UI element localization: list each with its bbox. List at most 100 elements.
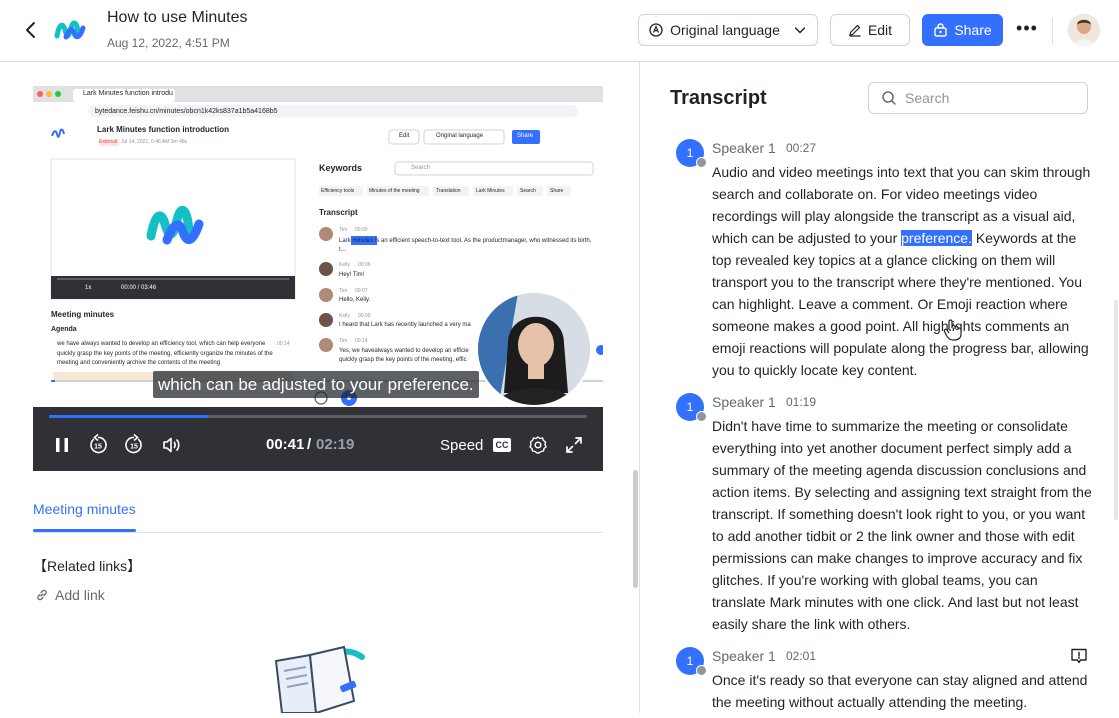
expand-icon [566, 437, 582, 453]
inner-entry-time: 00:06 [358, 262, 371, 268]
speaker-badge-icon [696, 411, 707, 422]
volume-icon [163, 437, 180, 453]
settings-button[interactable] [527, 434, 549, 456]
progress-bar[interactable] [49, 415, 587, 418]
skip-back-button[interactable]: 15 [87, 433, 109, 456]
cc-icon[interactable]: CC [493, 438, 511, 452]
more-options-button[interactable]: ••• [1014, 18, 1040, 42]
player-controls: 15 15 00:41 / 02:19 Speed CC [33, 407, 603, 471]
transcript-scrollbar[interactable] [1114, 300, 1118, 520]
inner-entry-name: Tim [339, 338, 348, 344]
inner-keyword: Search [520, 188, 536, 194]
translate-icon [649, 23, 663, 37]
inner-entry-name: Tim [339, 288, 348, 294]
transcript-segment: 1 Speaker 1 01:19 Didn't have time to su… [676, 393, 1096, 633]
skip-back-number: 15 [94, 444, 102, 451]
related-links-title: 【Related links】 [33, 558, 142, 574]
rewind-15-icon: 15 [90, 433, 107, 454]
inner-doc-title: Lark Minutes function introduction [97, 125, 229, 134]
time-separator: / [307, 436, 312, 453]
inner-agenda: Agenda [51, 326, 77, 333]
link-icon [37, 589, 47, 601]
inner-share: Share [517, 133, 534, 139]
volume-button[interactable] [160, 434, 182, 456]
fullscreen-button[interactable] [563, 434, 585, 456]
pause-button[interactable] [51, 434, 73, 456]
speaker-name[interactable]: Speaker 1 [712, 394, 776, 410]
inner-agenda-text: we have always wanted to develop an effi… [57, 341, 273, 366]
empty-state-illustration [270, 643, 370, 715]
segment-text[interactable]: Didn't have time to summarize the meetin… [712, 415, 1092, 635]
inner-entry-text: Lark minutes is an efficient speech-to-t… [339, 238, 592, 253]
segment-timestamp[interactable]: 00:27 [786, 141, 816, 155]
inner-entry-text: Yes, we havealways wanted to develop an … [339, 348, 469, 363]
inner-entry-time: 00:14 [355, 338, 368, 344]
add-link-button[interactable]: Add link [35, 587, 105, 603]
inner-entry-text: I heard that Lark has recently launched … [339, 322, 471, 328]
inner-url: bytedance.feishu.cn/minutes/obcn1k42ks83… [95, 108, 278, 115]
tab-divider [33, 532, 603, 533]
speaker-camera-pip[interactable] [476, 291, 592, 407]
gear-icon [529, 436, 547, 454]
back-button[interactable] [20, 18, 42, 42]
inner-search: Search [411, 165, 431, 171]
segment-timestamp[interactable]: 02:01 [786, 649, 816, 663]
feedback-icon [1071, 648, 1087, 664]
total-time: 02:19 [316, 436, 355, 453]
speed-button[interactable]: Speed [440, 437, 483, 454]
inner-keyword: Translation [436, 188, 461, 194]
inner-keywords-title: Keywords [319, 163, 363, 173]
share-button[interactable]: Share [922, 14, 1003, 46]
inner-meeting-minutes: Meeting minutes [51, 310, 115, 319]
pencil-icon [849, 24, 861, 37]
inner-player-time: 00:00 / 03:46 [121, 285, 157, 291]
inner-player-speed: 1x [85, 285, 92, 291]
segment-text-part: Keywords at the top revealed key topics … [712, 230, 1089, 378]
inner-transcript-title: Transcript [319, 208, 358, 217]
transcript-search[interactable] [868, 82, 1088, 114]
highlighted-word[interactable]: preference. [901, 230, 972, 246]
search-input[interactable] [905, 89, 1075, 107]
page-title: How to use Minutes [107, 9, 248, 26]
inner-entry-text: Hello, Kelly. [339, 297, 371, 303]
left-pane-scrollbar[interactable] [633, 470, 638, 588]
speaker-badge-icon [696, 157, 707, 168]
inner-agenda-time: 00:14 [277, 341, 290, 347]
inner-external-badge: External [99, 139, 118, 145]
current-time: 00:41 [266, 436, 305, 453]
add-link-label: Add link [55, 587, 105, 603]
page-date: Aug 12, 2022, 4:51 PM [107, 36, 230, 50]
feedback-button[interactable] [1070, 647, 1088, 665]
tab-meeting-minutes[interactable]: Meeting minutes [33, 501, 136, 517]
segment-text[interactable]: Audio and video meetings into text that … [712, 161, 1092, 381]
speaker-name[interactable]: Speaker 1 [712, 140, 776, 156]
inner-doc-meta: Jul 14, 2021, 0:46 AM 3m 48s [121, 139, 188, 145]
forward-15-icon: 15 [125, 433, 142, 454]
progress-fill [49, 415, 208, 418]
inner-entry-name: Tim [339, 227, 348, 233]
inner-entry-time: 00:07 [355, 288, 368, 294]
edit-label: Edit [867, 22, 893, 38]
transcript-title: Transcript [670, 87, 767, 109]
skip-forward-number: 15 [130, 444, 138, 451]
pause-icon [56, 438, 68, 452]
transcript-segment: 1 Speaker 1 02:01 Once it's ready so tha… [676, 647, 1096, 717]
inner-language: Original language [436, 133, 484, 139]
speaker-badge-icon [696, 665, 707, 676]
segment-text[interactable]: Once it's ready so that everyone can sta… [712, 669, 1092, 713]
inner-entry-text: Hey! Tim! [339, 272, 365, 278]
inner-tab-title: Lark Minutes function introdu [83, 90, 173, 97]
inner-entry-name: Kelly [339, 313, 350, 319]
skip-forward-button[interactable]: 15 [123, 433, 145, 456]
segment-timestamp[interactable]: 01:19 [786, 395, 816, 409]
inner-keyword: Share [550, 188, 564, 194]
speaker-name[interactable]: Speaker 1 [712, 648, 776, 664]
user-avatar[interactable] [1068, 14, 1100, 46]
original-language-dropdown[interactable]: Original language [638, 14, 818, 46]
minutes-logo [54, 16, 86, 44]
language-label: Original language [670, 22, 780, 38]
edit-button[interactable]: Edit [830, 14, 910, 46]
top-header: How to use Minutes Aug 12, 2022, 4:51 PM… [0, 0, 1119, 62]
inner-edit: Edit [399, 133, 410, 139]
inner-entry-time: 00:09 [358, 313, 371, 319]
